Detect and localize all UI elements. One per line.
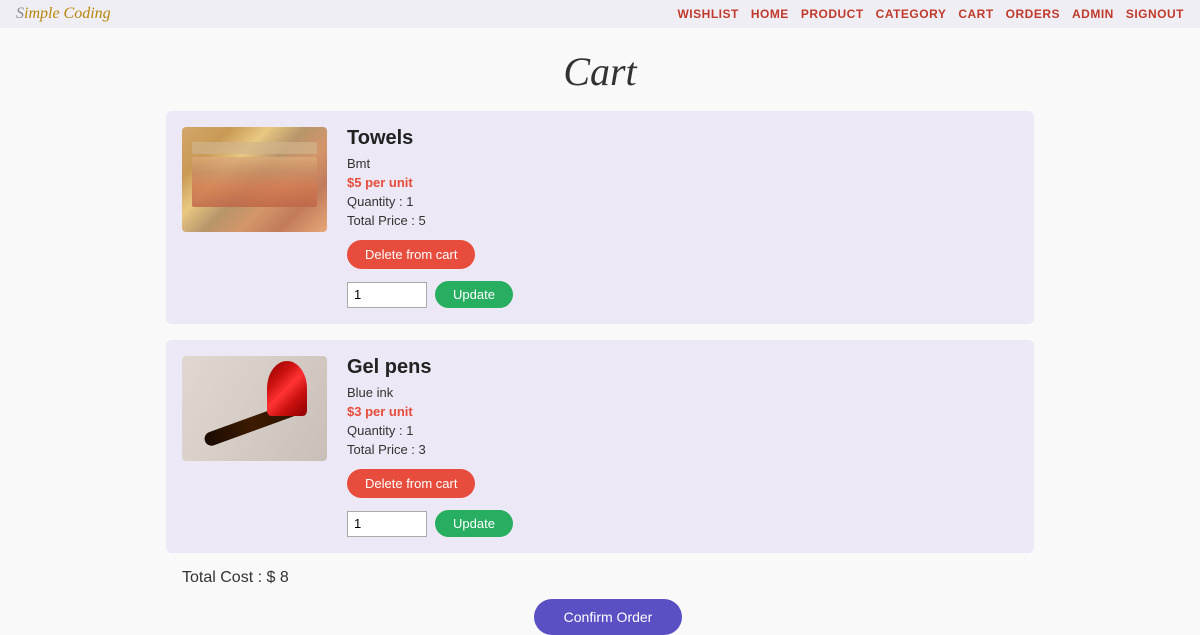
item-quantity-gelpens: Quantity : 1	[347, 423, 1018, 438]
nav-category[interactable]: CATEGORY	[876, 7, 947, 21]
nav: WISHLIST HOME PRODUCT CATEGORY CART ORDE…	[677, 7, 1184, 21]
qty-input-towels[interactable]	[347, 282, 427, 308]
nav-cart[interactable]: CART	[958, 7, 993, 21]
cart-info-towels: Towels Bmt $5 per unit Quantity : 1 Tota…	[347, 127, 1018, 308]
item-quantity-towels: Quantity : 1	[347, 194, 1018, 209]
nav-home[interactable]: HOME	[751, 7, 789, 21]
cart-footer: Total Cost : $ 8 Confirm Order	[182, 569, 1034, 635]
nav-product[interactable]: PRODUCT	[801, 7, 864, 21]
nav-orders[interactable]: ORDERS	[1006, 7, 1060, 21]
header: Simple Coding WISHLIST HOME PRODUCT CATE…	[0, 0, 1200, 28]
cart-info-gelpens: Gel pens Blue ink $3 per unit Quantity :…	[347, 356, 1018, 537]
cart-main: Towels Bmt $5 per unit Quantity : 1 Tota…	[150, 111, 1050, 635]
logo: Simple Coding	[16, 5, 111, 23]
item-brand-towels: Bmt	[347, 156, 1018, 171]
product-image-gelpens	[182, 356, 327, 461]
item-brand-gelpens: Blue ink	[347, 385, 1018, 400]
item-price-gelpens: $3 per unit	[347, 404, 1018, 419]
delete-button-towels[interactable]: Delete from cart	[347, 240, 475, 269]
update-button-towels[interactable]: Update	[435, 281, 513, 308]
update-row-towels: Update	[347, 281, 1018, 308]
item-name-gelpens: Gel pens	[347, 356, 1018, 379]
update-button-gelpens[interactable]: Update	[435, 510, 513, 537]
total-cost: Total Cost : $ 8	[182, 569, 1034, 587]
cart-item-gelpens: Gel pens Blue ink $3 per unit Quantity :…	[166, 340, 1034, 553]
page-title: Cart	[0, 48, 1200, 95]
nav-admin[interactable]: ADMIN	[1072, 7, 1114, 21]
item-name-towels: Towels	[347, 127, 1018, 150]
nav-signout[interactable]: SIGNOUT	[1126, 7, 1184, 21]
product-image-towels	[182, 127, 327, 232]
nav-wishlist[interactable]: WISHLIST	[677, 7, 738, 21]
item-total-towels: Total Price : 5	[347, 213, 1018, 228]
cart-item-towels: Towels Bmt $5 per unit Quantity : 1 Tota…	[166, 111, 1034, 324]
update-row-gelpens: Update	[347, 510, 1018, 537]
confirm-order-button[interactable]: Confirm Order	[534, 599, 683, 635]
delete-button-gelpens[interactable]: Delete from cart	[347, 469, 475, 498]
qty-input-gelpens[interactable]	[347, 511, 427, 537]
item-total-gelpens: Total Price : 3	[347, 442, 1018, 457]
item-price-towels: $5 per unit	[347, 175, 1018, 190]
